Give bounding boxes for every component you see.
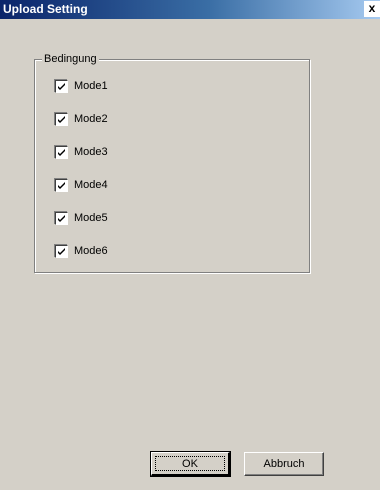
mode1-checkbox[interactable]: Mode1 xyxy=(54,78,108,94)
check-icon xyxy=(58,148,65,156)
check-icon xyxy=(58,214,65,222)
mode5-checkbox[interactable]: Mode5 xyxy=(54,210,108,226)
upload-setting-dialog: Upload Setting x Bedingung Mode1 Mode2 M… xyxy=(0,0,380,490)
mode4-checkbox[interactable]: Mode4 xyxy=(54,177,108,193)
mode4-label: Mode4 xyxy=(74,178,108,191)
checkbox-box[interactable] xyxy=(55,211,68,225)
checkbox-box[interactable] xyxy=(55,79,68,93)
mode6-label: Mode6 xyxy=(74,244,108,257)
bedingung-groupbox: Bedingung Mode1 Mode2 Mode3 Mode4 Mode5 … xyxy=(34,52,310,273)
mode1-label: Mode1 xyxy=(74,79,108,92)
mode6-checkbox[interactable]: Mode6 xyxy=(54,243,108,259)
close-button[interactable]: x xyxy=(364,1,380,17)
mode2-checkbox[interactable]: Mode2 xyxy=(54,111,108,127)
ok-button[interactable]: OK xyxy=(150,451,231,477)
group-label: Bedingung xyxy=(42,52,99,66)
ok-button-label: OK xyxy=(182,458,198,470)
check-icon xyxy=(58,115,65,123)
checkbox-box[interactable] xyxy=(55,244,68,258)
cancel-button[interactable]: Abbruch xyxy=(244,452,324,476)
mode2-label: Mode2 xyxy=(74,112,108,125)
cancel-button-label: Abbruch xyxy=(263,458,305,470)
title-bar[interactable]: Upload Setting x xyxy=(0,0,380,19)
mode5-label: Mode5 xyxy=(74,211,108,224)
check-icon xyxy=(58,82,65,90)
mode3-checkbox[interactable]: Mode3 xyxy=(54,144,108,160)
checkbox-box[interactable] xyxy=(55,178,68,192)
checkbox-box[interactable] xyxy=(55,145,68,159)
window-title: Upload Setting xyxy=(3,2,88,16)
mode3-label: Mode3 xyxy=(74,145,108,158)
checkbox-box[interactable] xyxy=(55,112,68,126)
check-icon xyxy=(58,181,65,189)
close-icon: x xyxy=(368,1,376,15)
check-icon xyxy=(58,247,65,255)
